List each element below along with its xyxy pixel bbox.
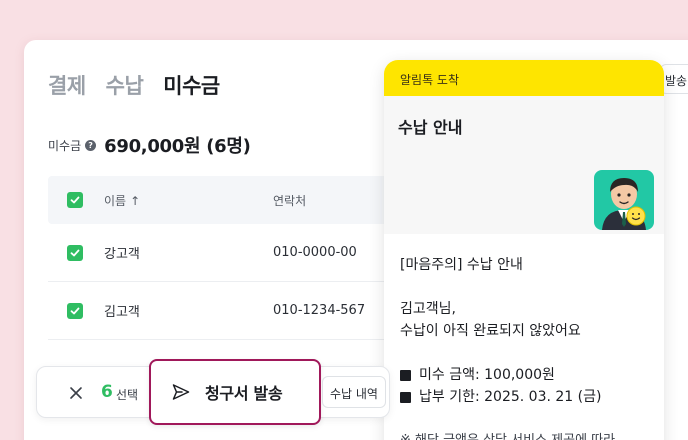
table-row[interactable]: 김고객 010-1234-567 (48, 282, 388, 340)
amount-line: 미수 금액: 100,000원 (400, 364, 648, 386)
column-header-name-label: 이름 (104, 193, 127, 208)
row-name: 강고객 (104, 247, 140, 262)
check-icon (70, 196, 80, 204)
notification-footnote: ※ 해당 금액은 상담 서비스 제공에 따라 (400, 430, 648, 440)
arrow-up-icon[interactable]: ↑ (130, 194, 140, 208)
column-header-name[interactable]: 이름 ↑ (83, 192, 273, 209)
summary-label: 미수금 (48, 138, 82, 153)
square-bullet-icon (400, 369, 411, 381)
table-row[interactable]: 강고객 010-0000-00 (48, 224, 388, 282)
send-button-partial[interactable]: 발송 (660, 64, 688, 94)
row-contact: 010-0000-00 (273, 245, 357, 260)
row-checkbox[interactable] (67, 302, 83, 319)
due-text: 납부 기한: 2025. 03. 21 (금) (419, 389, 602, 405)
avatar (594, 170, 654, 230)
row-checkbox[interactable] (67, 244, 83, 261)
tab-payment[interactable]: 결제 (48, 70, 86, 100)
notification-title: 수납 안내 (398, 118, 463, 137)
close-icon[interactable] (67, 384, 85, 402)
notification-title-area: 수납 안내 (384, 96, 664, 234)
outstanding-summary: 미수금 ? 690,000원 (6명) (48, 132, 251, 158)
tab-outstanding[interactable]: 미수금 (163, 70, 220, 100)
outstanding-table: 이름 ↑ 연락처 강고객 010-0000-00 김고객 010-1234-567 (48, 176, 388, 340)
row-contact: 010-1234-567 (273, 303, 366, 318)
notification-body: [마음주의] 수납 안내 김고객님, 수납이 아직 완료되지 않았어요 미수 금… (384, 234, 664, 440)
table-header: 이름 ↑ 연락처 (48, 176, 388, 224)
summary-value: 690,000원 (6명) (104, 136, 251, 157)
paper-plane-icon (172, 384, 190, 400)
tab-bar: 결제 수납 미수금 (48, 70, 220, 100)
selected-label: 선택 (116, 388, 139, 402)
due-line: 납부 기한: 2025. 03. 21 (금) (400, 386, 648, 408)
send-invoice-label: 청구서 발송 (205, 384, 283, 403)
tab-collection[interactable]: 수납 (106, 70, 144, 100)
character-avatar-icon (602, 178, 646, 230)
notification-header: 알림톡 도착 (384, 60, 664, 96)
square-bullet-icon (400, 391, 411, 403)
question-circle-icon[interactable]: ? (85, 139, 97, 151)
payment-history-button[interactable]: 수납 내역 (322, 376, 386, 408)
kakao-notification-preview: 알림톡 도착 수납 안내 [마음주의] 수납 안내 김고객님, 수납이 아직 완… (384, 60, 664, 440)
row-name: 김고객 (104, 305, 140, 320)
notification-recipient: 김고객님, (400, 301, 456, 317)
select-all-checkbox[interactable] (67, 192, 83, 208)
selected-count: 6 (101, 382, 113, 402)
check-icon (70, 307, 80, 314)
amount-text: 미수 금액: 100,000원 (419, 367, 555, 383)
send-invoice-button[interactable]: 청구서 발송 (149, 359, 321, 425)
notification-greeting: [마음주의] 수납 안내 (400, 257, 523, 273)
check-icon (70, 249, 80, 256)
notification-message: 수납이 아직 완료되지 않았어요 (400, 323, 581, 339)
column-header-contact: 연락처 (273, 193, 307, 208)
